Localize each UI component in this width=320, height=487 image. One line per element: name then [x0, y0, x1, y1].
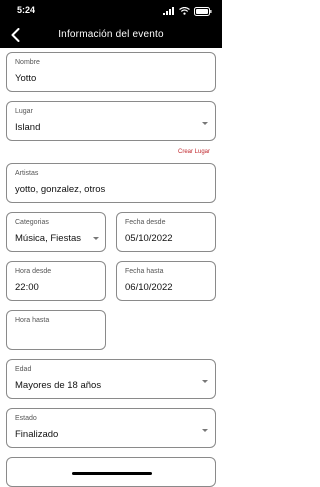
home-indicator — [72, 472, 152, 475]
status-bar: 5:24 — [0, 0, 222, 22]
crear-lugar-link[interactable]: Crear Lugar — [178, 149, 210, 155]
artistas-field[interactable]: Artistas yotto, gonzalez, otros — [6, 163, 216, 203]
lugar-value: Island — [15, 122, 41, 133]
fecha-hasta-field[interactable]: Fecha hasta 06/10/2022 — [116, 261, 216, 301]
artistas-value: yotto, gonzalez, otros — [15, 184, 106, 195]
nav-bar: Información del evento — [0, 22, 222, 48]
page-title: Información del evento — [58, 29, 164, 40]
edad-value: Mayores de 18 años — [15, 380, 102, 391]
signal-icon — [163, 7, 174, 15]
chevron-down-icon — [202, 122, 208, 125]
nombre-value: Yotto — [15, 73, 37, 84]
hora-hasta-field[interactable]: Hora hasta — [6, 310, 106, 350]
categorias-label: Categorias — [15, 219, 49, 226]
categorias-select[interactable]: Categorias Música, Fiestas — [6, 212, 106, 252]
artistas-label: Artistas — [15, 170, 39, 177]
nombre-label: Nombre — [15, 59, 40, 66]
fecha-desde-label: Fecha desde — [125, 219, 166, 226]
hora-desde-field[interactable]: Hora desde 22:00 — [6, 261, 106, 301]
lugar-select[interactable]: Lugar Island — [6, 101, 216, 141]
edad-select[interactable]: Edad Mayores de 18 años — [6, 359, 216, 399]
lugar-label: Lugar — [15, 108, 33, 115]
battery-icon — [194, 6, 212, 16]
chevron-down-icon — [202, 429, 208, 432]
hora-hasta-label: Hora hasta — [15, 317, 50, 324]
estado-select[interactable]: Estado Finalizado — [6, 408, 216, 448]
hora-desde-label: Hora desde — [15, 268, 52, 275]
fecha-desde-field[interactable]: Fecha desde 05/10/2022 — [116, 212, 216, 252]
hora-desde-value: 22:00 — [15, 282, 39, 293]
fecha-hasta-label: Fecha hasta — [125, 268, 164, 275]
fecha-hasta-value: 06/10/2022 — [125, 282, 173, 293]
status-time: 5:24 — [17, 5, 36, 15]
estado-value: Finalizado — [15, 429, 59, 440]
edad-label: Edad — [15, 366, 32, 373]
estado-label: Estado — [15, 415, 37, 422]
chevron-down-icon — [202, 380, 208, 383]
nombre-field[interactable]: Nombre Yotto — [6, 52, 216, 92]
categorias-value: Música, Fiestas — [15, 233, 81, 244]
chevron-down-icon — [93, 237, 99, 240]
fecha-desde-value: 05/10/2022 — [125, 233, 173, 244]
wifi-icon — [179, 7, 190, 15]
status-icons — [163, 6, 212, 16]
